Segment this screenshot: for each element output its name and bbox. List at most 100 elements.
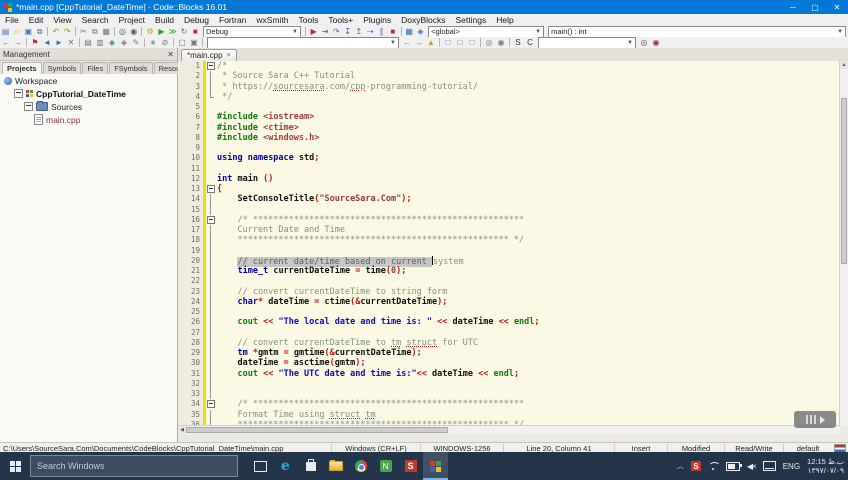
taskbar-clock[interactable]: 12:15 ب.ظ ۱۳۹۷/۰۷/۰۹ [807,457,844,476]
next-instruction-button[interactable]: ⇢ [365,26,376,37]
management-tab-symbols[interactable]: Symbols [43,62,82,74]
select-line-button[interactable]: □ [466,37,478,48]
open-file-button[interactable]: ▱ [11,26,22,37]
menu-item-debug[interactable]: Debug [179,15,214,25]
prev-bookmark-button[interactable]: ◄ [41,37,53,48]
vertical-scrollbar-thumb[interactable] [841,98,847,264]
tree-item-main-cpp[interactable]: main.cpp [0,113,177,126]
zoom-in-button[interactable]: ◉ [495,37,507,48]
code-line-2[interactable]: 2 * Source Sara C++ Tutorial [178,71,840,81]
menu-item-toolsplus[interactable]: Tools+ [323,15,358,25]
paste-button[interactable]: ▦ [101,26,112,37]
break-debugger-button[interactable]: ∥ [376,26,387,37]
fold-collapse-icon[interactable] [207,185,215,193]
close-button[interactable]: ✕ [826,0,848,14]
scroll-left-icon[interactable]: ◀ [178,426,186,434]
code-line-4[interactable]: 4 */ [178,92,840,102]
code-line-7[interactable]: 7#include <ctime> [178,123,840,133]
thread-search-input[interactable]: ▼ [538,37,636,49]
management-close-icon[interactable]: ✕ [167,50,174,59]
build-target-select[interactable]: Debug▼ [203,26,301,37]
find-button[interactable]: ◎ [117,26,128,37]
code-line-12[interactable]: 12int main () [178,174,840,184]
uncomment-selection-button[interactable]: ⊘ [159,37,171,48]
fold-collapse-icon[interactable] [207,62,215,70]
doxyblocks-input-button[interactable]: ▥ [94,37,106,48]
file-explorer-button[interactable] [323,452,348,480]
management-tab-fsymbols[interactable]: FSymbols [109,62,152,74]
search-options-button[interactable]: ◉ [650,37,662,48]
menu-item-project[interactable]: Project [114,15,150,25]
zoom-out-button[interactable]: ◎ [483,37,495,48]
code-line-11[interactable]: 11 [178,164,840,174]
code-line-29[interactable]: 29 tm *gmtm = gmtime(&currentDateTime); [178,348,840,358]
code-line-18[interactable]: 18 *************************************… [178,235,840,245]
menu-item-search[interactable]: Search [77,15,114,25]
code-line-8[interactable]: 8#include <windows.h> [178,133,840,143]
menu-item-tools[interactable]: Tools [294,15,324,25]
notepadpp-app-button[interactable]: N [373,452,398,480]
clear-bookmarks-button[interactable]: ✕ [65,37,77,48]
new-file-button[interactable]: ▤ [0,26,11,37]
rebuild-button[interactable]: ↻ [178,26,189,37]
nav-forward-button[interactable]: → [12,37,24,48]
menu-item-plugins[interactable]: Plugins [358,15,396,25]
redo-button[interactable]: ↷ [62,26,73,37]
save-button[interactable]: ▣ [23,26,34,37]
fold-collapse-icon[interactable] [207,216,215,224]
step-into-button[interactable]: ↧ [342,26,353,37]
language-indicator[interactable]: ENG [783,462,800,471]
horizontal-scrollbar[interactable]: ◀ [178,425,840,434]
match-case-button[interactable]: S [512,37,524,48]
menu-item-doxyblocks[interactable]: DoxyBlocks [396,15,450,25]
management-tab-projects[interactable]: Projects [2,62,42,74]
menu-item-help[interactable]: Help [491,15,518,25]
symbol-select[interactable]: main() : int▼ [548,26,846,37]
code-line-13[interactable]: 13{ [178,184,840,194]
code-line-31[interactable]: 31 cout << "The UTC date and time is:"<<… [178,369,840,379]
toggle-bookmark-button[interactable]: ⚑ [29,37,41,48]
code-line-14[interactable]: 14 SetConsoleTitle("SourceSara.Com"); [178,194,840,204]
comment-selection-button[interactable]: ∗ [147,37,159,48]
s-app-button[interactable]: S [398,452,423,480]
incremental-search-select[interactable]: ▼ [207,37,399,49]
doxyblocks-chm-button[interactable]: ◈ [118,37,130,48]
code-line-21[interactable]: 21 time_t currentDateTime = time(0); [178,266,840,276]
menu-item-wxsmith[interactable]: wxSmith [251,15,293,25]
code-line-17[interactable]: 17 Current Date and Time [178,225,840,235]
menu-item-edit[interactable]: Edit [24,15,49,25]
cut-button[interactable]: ✂ [78,26,89,37]
fold-margin[interactable] [206,184,215,194]
codeblocks-app-button[interactable] [423,452,448,480]
tree-item-project[interactable]: CppTutorial_DateTime [0,87,177,100]
chrome-app-button[interactable] [348,452,373,480]
doxyblocks-html-button[interactable]: ◈ [106,37,118,48]
code-line-9[interactable]: 9 [178,143,840,153]
code-line-35[interactable]: 35 Format Time using struct tm [178,410,840,420]
code-line-19[interactable]: 19 [178,246,840,256]
run-button[interactable]: ▶ [156,26,167,37]
fold-margin[interactable] [206,61,215,71]
code-line-5[interactable]: 5 [178,102,840,112]
code-line-20[interactable]: 20 // current date/time based on current… [178,256,840,266]
code-line-10[interactable]: 10using namespace std; [178,153,840,163]
select-word-button[interactable]: □ [454,37,466,48]
menu-item-file[interactable]: File [0,15,24,25]
nav-back-button[interactable]: ← [0,37,12,48]
code-line-28[interactable]: 28 // convert currentDateTime to tm stru… [178,338,840,348]
next-line-button[interactable]: ↷ [331,26,342,37]
code-line-15[interactable]: 15 [178,205,840,215]
fold-collapse-icon[interactable] [207,400,215,408]
tab-close-icon[interactable]: × [227,52,231,59]
taskbar-search-input[interactable]: Search Windows [30,455,238,477]
code-line-30[interactable]: 30 dateTime = asctime(gmtm); [178,358,840,368]
code-line-26[interactable]: 26 cout << "The local date and time is: … [178,317,840,327]
build-button[interactable]: ⚙ [144,26,155,37]
code-line-27[interactable]: 27 [178,328,840,338]
menu-item-fortran[interactable]: Fortran [214,15,251,25]
run-search-button[interactable]: ◎ [638,37,650,48]
build-and-run-button[interactable]: ≫ [167,26,178,37]
skype-tray-icon[interactable]: S [691,461,701,471]
code-line-33[interactable]: 33 [178,389,840,399]
management-tab-files[interactable]: Files [82,62,108,74]
